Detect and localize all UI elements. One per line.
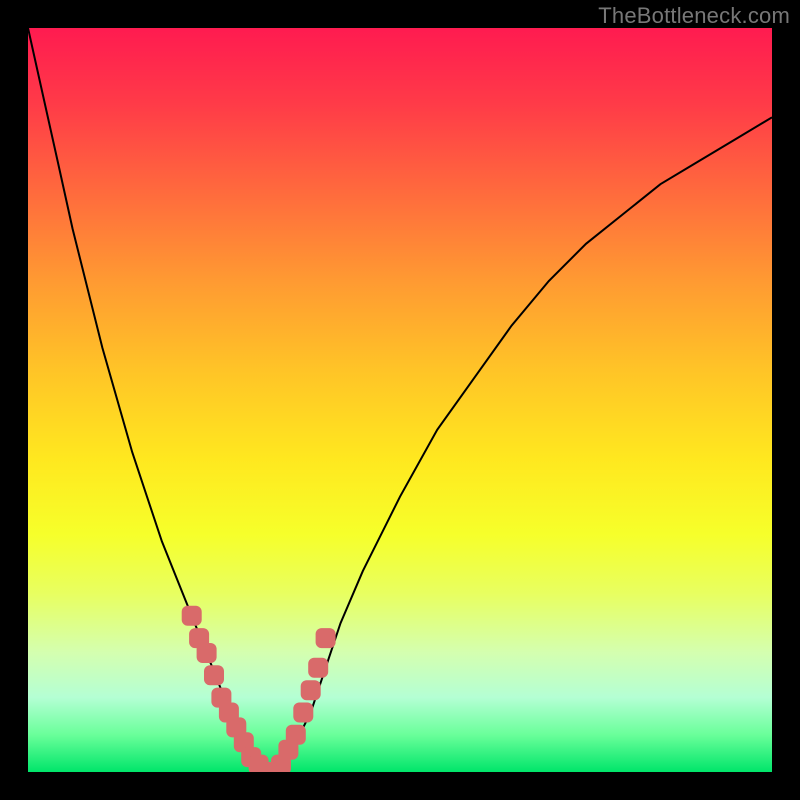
data-marker: [316, 628, 336, 648]
plot-area: [28, 28, 772, 772]
chart-svg: [28, 28, 772, 772]
data-marker: [301, 680, 321, 700]
data-marker: [182, 606, 202, 626]
data-marker: [197, 643, 217, 663]
watermark-text: TheBottleneck.com: [598, 3, 790, 29]
data-markers: [182, 606, 336, 772]
chart-frame: TheBottleneck.com: [0, 0, 800, 800]
data-marker: [293, 703, 313, 723]
data-marker: [286, 725, 306, 745]
bottleneck-curve: [28, 28, 772, 772]
data-marker: [204, 665, 224, 685]
data-marker: [308, 658, 328, 678]
